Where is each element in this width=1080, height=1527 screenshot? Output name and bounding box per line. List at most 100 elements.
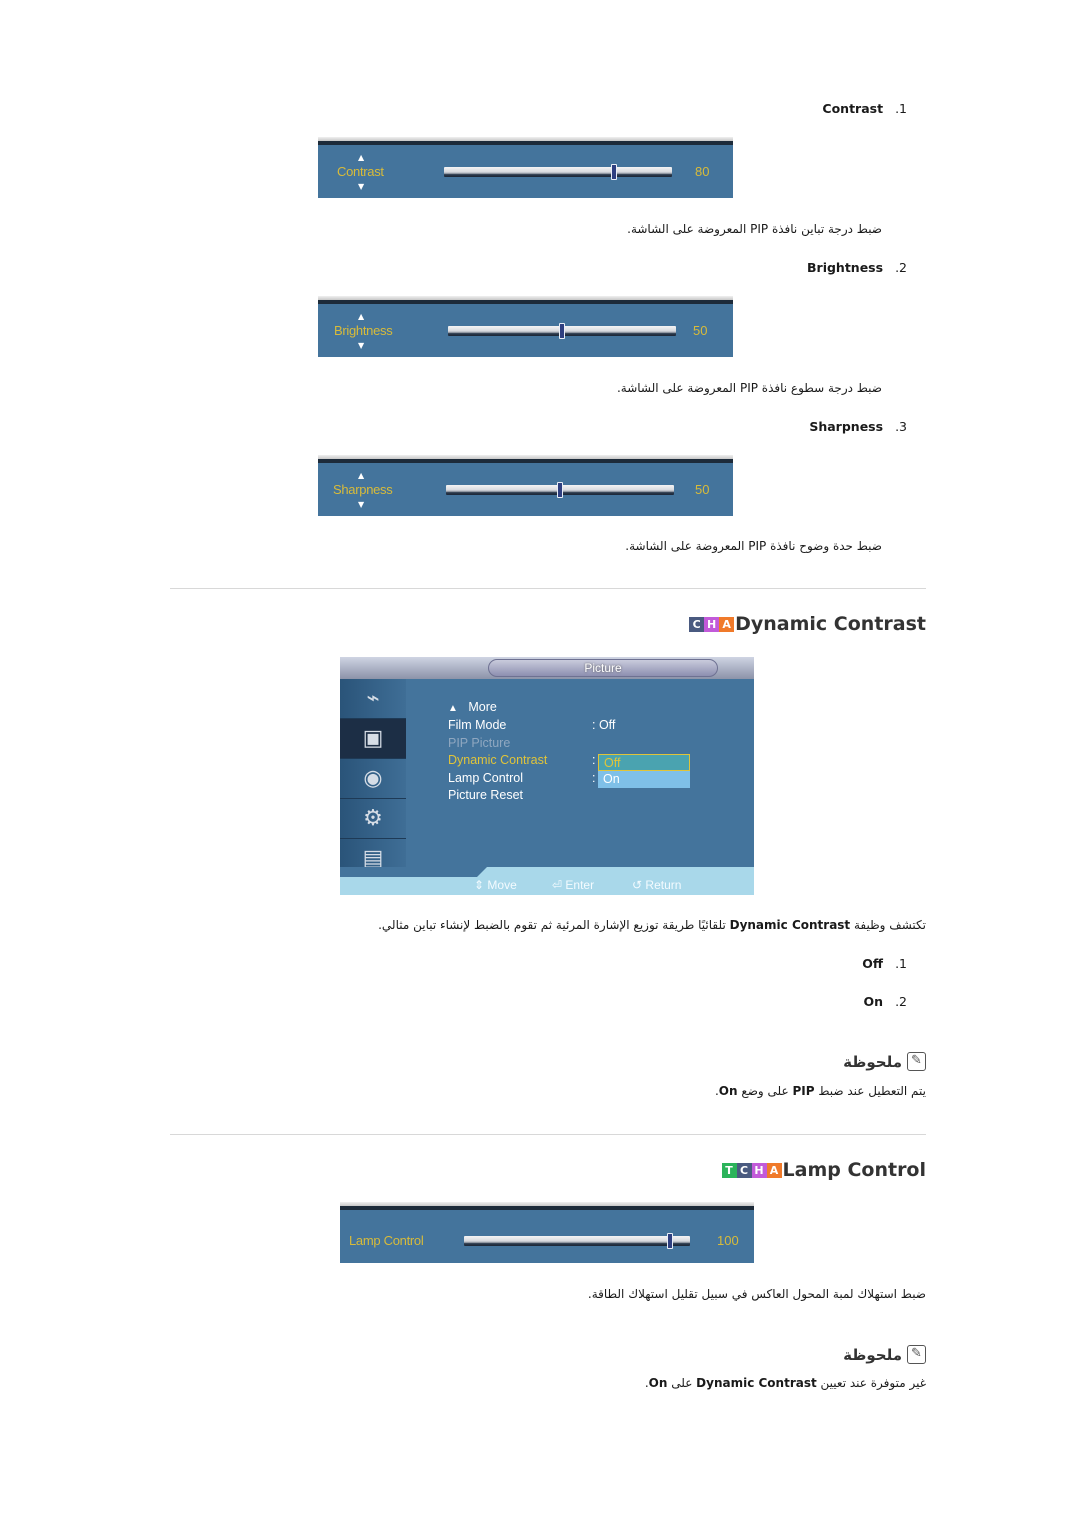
arrow-down-icon: ▼ (358, 500, 365, 509)
arrow-up-icon: ▲ (358, 312, 365, 321)
text-bold: Dynamic Contrast (696, 1376, 817, 1390)
lamp-control-osd-panel: Lamp Control 100 (340, 1202, 754, 1263)
badge-t: T (721, 1162, 737, 1178)
brightness-osd-panel: ▲ Brightness ▼ 50 (318, 296, 733, 357)
menu-item-film-mode[interactable]: Film Mode (448, 718, 506, 732)
lamp-control-description: ضبط استهلاك لمبة المحول العاكس في سبيل ت… (587, 1287, 926, 1301)
text-bold: Dynamic Contrast (729, 918, 851, 932)
text: يتم التعطيل عند ضبط (814, 1084, 926, 1098)
sharpness-slider[interactable] (446, 482, 674, 498)
contrast-description: ضبط درجة تباين نافذة PIP المعروضة على ال… (627, 222, 882, 236)
osd-value: 80 (695, 164, 710, 179)
contrast-slider[interactable] (444, 164, 672, 180)
hint-label: Return (645, 878, 682, 892)
osd-label: Sharpness (333, 482, 393, 497)
slider-thumb[interactable] (666, 1233, 673, 1249)
input-icon[interactable]: ⌁ (340, 679, 406, 719)
setup-icon[interactable]: ⚙ (340, 799, 406, 839)
arrow-down-icon: ▼ (358, 182, 365, 191)
availability-badges: TCHA (721, 1162, 782, 1178)
option-on: On .2 (864, 994, 907, 1009)
brightness-description: ضبط درجة سطوع نافذة PIP المعروضة على الش… (616, 381, 882, 395)
badge-c: C (736, 1162, 752, 1178)
note-heading: ✎ ملحوظة (843, 1052, 926, 1071)
heading-label: Contrast (822, 101, 884, 116)
note-heading: ✎ ملحوظة (843, 1345, 926, 1364)
slider-thumb[interactable] (559, 323, 565, 339)
triangle-up-icon: ▲ (448, 703, 458, 714)
arrow-down-icon: ▼ (358, 341, 365, 350)
menu-sidebar: ⌁ ▣ ◉ ⚙ ▤ (340, 679, 406, 879)
enter-hint: ⏎ Enter (552, 878, 594, 892)
osd-label: Lamp Control (349, 1233, 424, 1248)
menu-item-value: : Off (592, 718, 616, 732)
menu-item-dynamic-contrast[interactable]: Dynamic Contrast (448, 753, 547, 767)
osd-label: Brightness (334, 323, 393, 338)
arrow-up-icon: ▲ (358, 471, 365, 480)
section-divider (170, 1134, 926, 1135)
osd-value: 50 (693, 323, 708, 338)
move-hint: ⇕ Move (474, 878, 517, 892)
heading-index: .2 (895, 260, 907, 275)
dropdown-option-off[interactable]: Off (598, 754, 690, 771)
text: غير متوفرة عند تعيين (816, 1376, 926, 1390)
menu-item-colon: : (592, 771, 596, 785)
text: تلقائيًا طريقة توزيع الإشارة المرئية ثم … (378, 918, 730, 932)
slider-thumb[interactable] (611, 164, 618, 180)
option-index: .1 (895, 956, 907, 971)
menu-title: Picture (488, 659, 718, 677)
picture-icon[interactable]: ▣ (340, 719, 406, 759)
dynamic-contrast-title: CHA Dynamic Contrast (689, 613, 926, 635)
osd-value: 50 (695, 482, 710, 497)
osd-value: 100 (717, 1233, 739, 1248)
sharpness-osd-panel: ▲ Sharpness ▼ 50 (318, 455, 733, 516)
badge-c: C (689, 616, 705, 632)
hint-label: Move (487, 878, 517, 892)
return-icon: ↺ (632, 878, 643, 892)
sharpness-heading: Sharpness .3 (809, 419, 907, 434)
contrast-osd-panel: ▲ Contrast ▼ 80 (318, 137, 733, 198)
availability-badges: CHA (689, 616, 735, 632)
text-bold: PIP (792, 1084, 815, 1098)
brightness-heading: Brightness .2 (807, 260, 907, 275)
slider-thumb[interactable] (557, 482, 563, 498)
text-bold: On (648, 1376, 668, 1390)
note-title: ملحوظة (843, 1345, 902, 1364)
hint-label: Enter (565, 878, 595, 892)
option-off: Off .1 (862, 956, 907, 971)
menu-hint-bar: ⇕ Move ⏎ Enter ↺ Return (340, 867, 754, 895)
text-bold: On (718, 1084, 738, 1098)
contrast-heading: Contrast .1 (822, 101, 907, 116)
menu-item-lamp-control[interactable]: Lamp Control (448, 771, 523, 785)
sharpness-description: ضبط حدة وضوح نافذة PIP المعروضة على الشا… (625, 539, 882, 553)
section-title-text: Lamp Control (782, 1159, 926, 1181)
dynamic-contrast-dropdown[interactable]: Off On (598, 754, 690, 788)
option-index: .2 (895, 994, 907, 1009)
menu-item-more[interactable]: ▲ More (448, 700, 497, 714)
heading-label: Brightness (807, 260, 884, 275)
option-label: On (863, 994, 884, 1009)
menu-item-label: More (468, 700, 497, 714)
dropdown-option-on[interactable]: On (598, 771, 690, 788)
updown-icon: ⇕ (474, 878, 485, 892)
lamp-control-slider[interactable] (464, 1233, 690, 1249)
arrow-up-icon: ▲ (358, 153, 365, 162)
menu-item-colon: : (592, 753, 596, 767)
sound-icon[interactable]: ◉ (340, 759, 406, 799)
menu-title-bar: Picture (340, 657, 754, 679)
badge-a: A (719, 616, 735, 632)
menu-item-picture-reset[interactable]: Picture Reset (448, 788, 523, 802)
note-title: ملحوظة (843, 1052, 902, 1071)
heading-label: Sharpness (809, 419, 884, 434)
text: على وضع (737, 1084, 793, 1098)
dynamic-contrast-description: تكتشف وظيفة Dynamic Contrast تلقائيًا طر… (378, 918, 926, 932)
badge-h: H (704, 616, 720, 632)
return-hint: ↺ Return (632, 878, 681, 892)
note-pencil-icon: ✎ (907, 1345, 926, 1364)
osd-label: Contrast (337, 164, 384, 179)
brightness-slider[interactable] (448, 323, 676, 339)
note-pencil-icon: ✎ (907, 1052, 926, 1071)
section-divider (170, 588, 926, 589)
option-label: Off (862, 956, 884, 971)
badge-h: H (751, 1162, 767, 1178)
